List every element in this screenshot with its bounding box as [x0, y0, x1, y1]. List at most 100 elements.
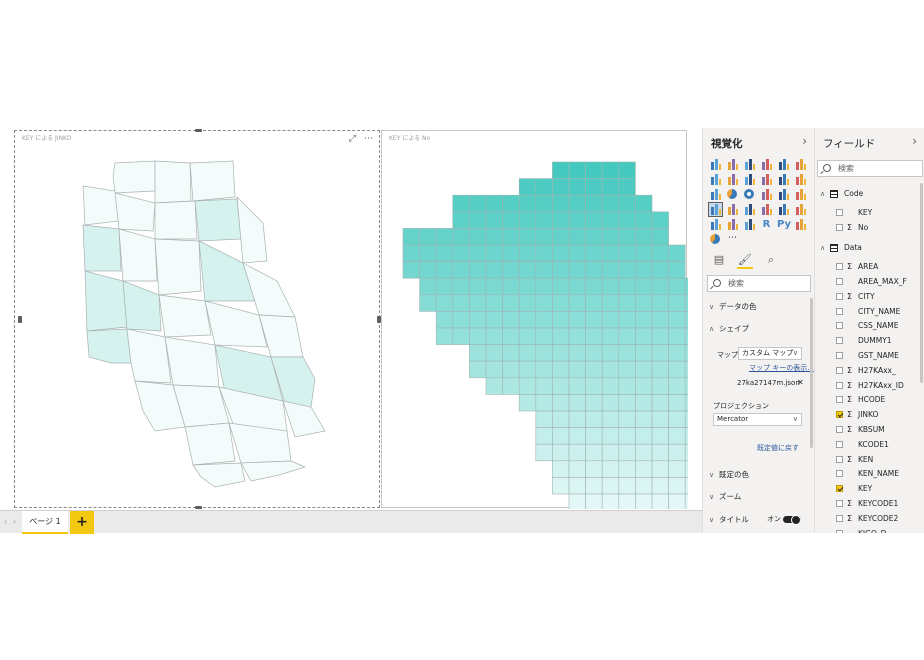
grid-map-cell[interactable] [585, 360, 603, 379]
field-checkbox[interactable] [836, 455, 843, 463]
grid-map-cell[interactable] [552, 360, 570, 379]
grid-map-cell[interactable] [668, 327, 686, 345]
grid-map-cell[interactable] [485, 311, 503, 329]
grid-map-cell[interactable] [485, 228, 503, 246]
grid-map-cell[interactable] [535, 311, 553, 329]
grid-map-cell[interactable] [485, 244, 503, 262]
format-paint-roller-icon[interactable]: 🖌 [737, 253, 753, 269]
grid-map-cell[interactable] [568, 178, 586, 196]
grid-map-cell[interactable] [452, 261, 470, 279]
grid-map-cell[interactable] [469, 261, 487, 279]
grid-map-cell[interactable] [535, 178, 553, 196]
grid-map-cell[interactable] [601, 443, 620, 462]
shape-map-icon[interactable] [708, 202, 723, 217]
next-page-icon[interactable]: › [13, 517, 16, 526]
field-checkbox[interactable] [836, 292, 843, 300]
grid-map-cell[interactable] [552, 311, 570, 329]
grid-map-cell[interactable] [618, 327, 636, 345]
grid-map-cell[interactable] [635, 311, 653, 329]
grid-map-cell[interactable] [585, 394, 603, 412]
field-checkbox[interactable] [836, 500, 843, 507]
pie-chart-icon[interactable] [726, 188, 739, 201]
field-row[interactable]: Σ No [819, 221, 919, 235]
grid-map-cell[interactable] [635, 294, 653, 312]
map-region[interactable] [154, 200, 198, 240]
grid-map-cell[interactable] [568, 277, 586, 296]
grid-map-cell[interactable] [601, 161, 620, 179]
grid-map-cell[interactable] [502, 261, 520, 279]
projection-dropdown[interactable]: Mercator ∨ [713, 413, 802, 426]
grid-map-cell[interactable] [518, 244, 537, 262]
grid-map-cell[interactable] [568, 294, 586, 312]
stacked-area-icon[interactable] [743, 173, 756, 186]
grid-map-cell[interactable] [518, 394, 537, 412]
grid-map-cell[interactable] [552, 277, 570, 296]
grid-map-cell[interactable] [585, 443, 603, 462]
grid-map-cell[interactable] [618, 410, 636, 428]
grid-map-cell[interactable] [618, 178, 636, 196]
grid-map-cell[interactable] [435, 228, 454, 246]
grid-map-cell[interactable] [585, 493, 603, 509]
matrix-icon[interactable] [743, 218, 756, 231]
grid-map-cell[interactable] [552, 211, 570, 229]
grid-map-cell[interactable] [552, 294, 570, 312]
grid-map-cell[interactable] [651, 493, 669, 509]
grid-map-cell[interactable] [651, 327, 669, 345]
section-zoom[interactable]: ∨ ズーム [709, 491, 809, 502]
grid-map-cell[interactable] [452, 294, 470, 312]
grid-map-cell[interactable] [651, 443, 669, 462]
grid-map-cell[interactable] [419, 294, 437, 312]
field-checkbox[interactable] [836, 470, 843, 478]
grid-map-cell[interactable] [635, 394, 653, 412]
field-checkbox[interactable] [836, 411, 843, 419]
grid-map-cell[interactable] [469, 194, 487, 213]
line-chart-icon[interactable] [709, 173, 722, 186]
ribbon-chart-icon[interactable] [777, 173, 790, 186]
grid-map-cell[interactable] [618, 493, 636, 509]
field-checkbox[interactable] [836, 352, 843, 359]
grid-map-cell[interactable] [668, 410, 686, 428]
grid-map-cell[interactable] [485, 277, 503, 296]
map-region[interactable] [114, 192, 156, 232]
grid-map-cell[interactable] [568, 228, 586, 246]
grid-map-cell[interactable] [518, 277, 537, 296]
field-checkbox[interactable] [836, 485, 843, 493]
reset-to-default-link[interactable]: 既定値に戻す [757, 443, 799, 453]
grid-map-cell[interactable] [518, 194, 537, 213]
grid-map-cell[interactable] [485, 194, 503, 213]
grid-map-cell[interactable] [585, 261, 603, 279]
grid-map-cell[interactable] [668, 460, 686, 478]
grid-map-cell[interactable] [585, 161, 603, 179]
grid-map-cell[interactable] [601, 477, 620, 495]
grid-map-cell[interactable] [552, 194, 570, 213]
grid-map-cell[interactable] [585, 344, 603, 362]
map-region[interactable] [164, 336, 220, 388]
map-region[interactable] [122, 280, 162, 332]
grid-map-cell[interactable] [668, 427, 686, 445]
grid-map-cell[interactable] [668, 377, 686, 395]
grid-map-cell[interactable] [651, 360, 669, 379]
shape-map-visual-jinko[interactable]: KEY による JINKO ⤢ ⋯ [14, 129, 381, 509]
grid-map-cell[interactable] [452, 311, 470, 329]
grid-map-cell[interactable] [535, 228, 553, 246]
grid-map-cell[interactable] [535, 394, 553, 412]
grid-map-cell[interactable] [635, 228, 653, 246]
grid-map-cell[interactable] [435, 327, 454, 345]
grid-map-cell[interactable] [651, 211, 669, 229]
grid-map-cell[interactable] [601, 377, 620, 395]
resize-handle-left[interactable] [18, 316, 22, 323]
grid-map-cell[interactable] [635, 443, 653, 462]
area-chart-icon[interactable] [726, 173, 739, 186]
grid-map-cell[interactable] [452, 194, 470, 213]
map-region[interactable] [282, 400, 326, 438]
prev-page-icon[interactable]: ‹ [4, 517, 7, 526]
grid-map-cell[interactable] [518, 327, 537, 345]
grid-map-cell[interactable] [568, 161, 586, 179]
field-checkbox[interactable] [836, 208, 843, 216]
field-checkbox[interactable] [836, 263, 843, 271]
grid-map-cell[interactable] [601, 460, 620, 478]
grid-map-cell[interactable] [585, 427, 603, 445]
grid-map-cell[interactable] [552, 228, 570, 246]
grid-map-cell[interactable] [568, 327, 586, 345]
grid-map-cell[interactable] [485, 344, 503, 362]
